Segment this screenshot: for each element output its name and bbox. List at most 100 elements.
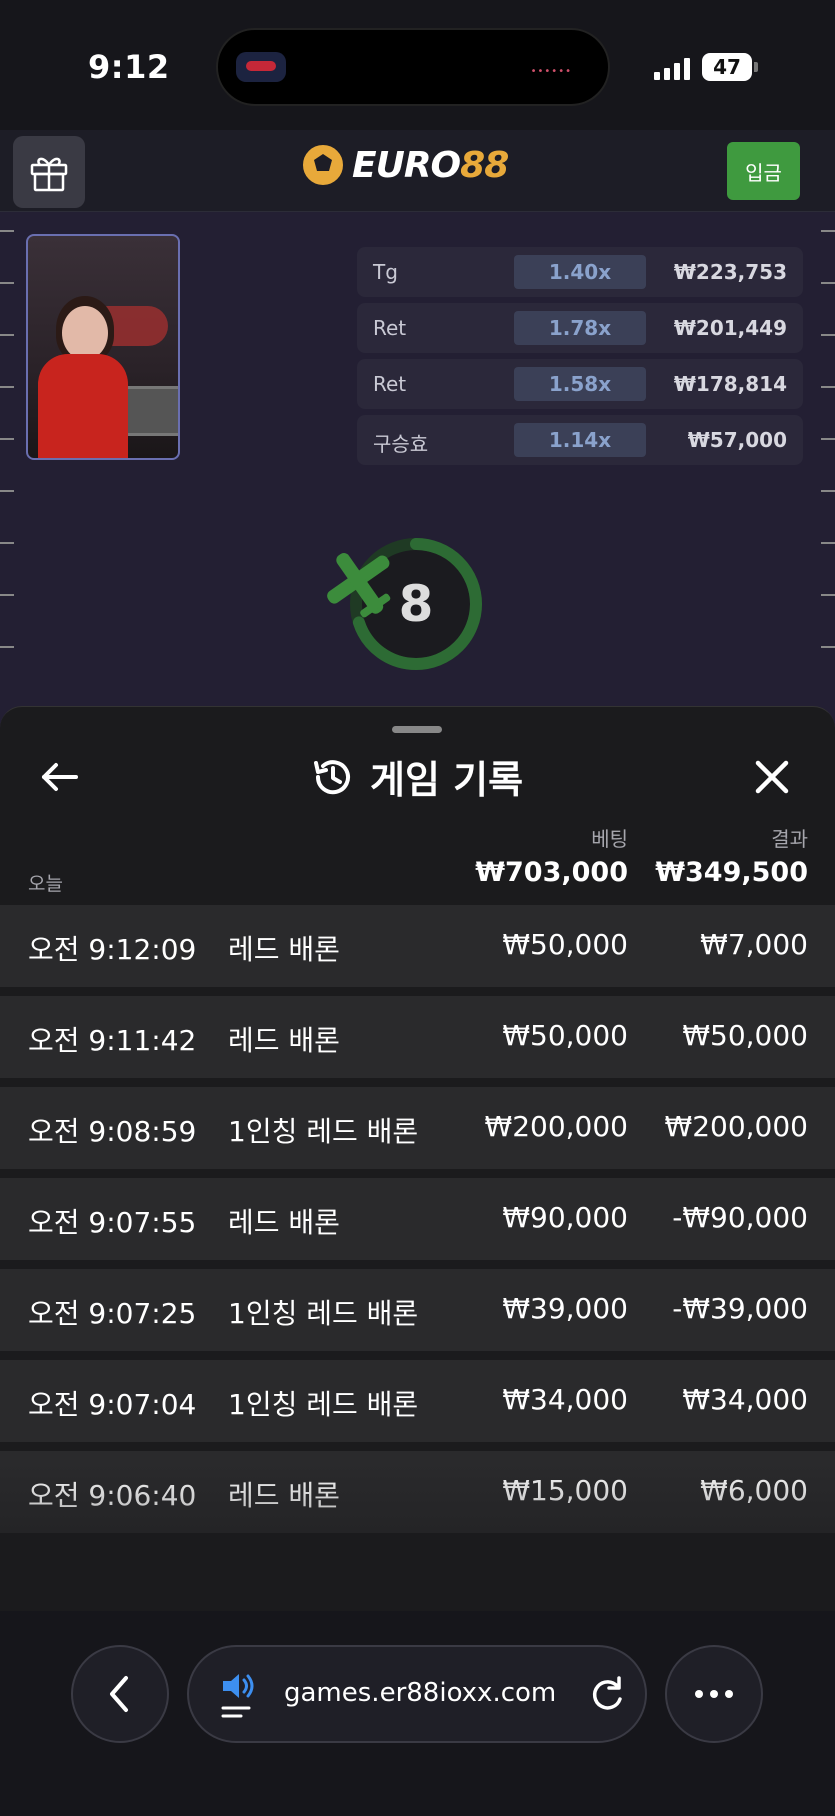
dealer-body bbox=[38, 354, 128, 458]
back-arrow-icon[interactable] bbox=[36, 753, 84, 801]
row-bet: ₩90,000 bbox=[502, 1201, 628, 1234]
cellular-signal-icon bbox=[654, 56, 690, 80]
row-bet: ₩50,000 bbox=[502, 928, 628, 961]
row-result: ₩6,000 bbox=[700, 1474, 808, 1507]
logo-text-88: 88 bbox=[460, 144, 509, 186]
dealer-video[interactable] bbox=[26, 234, 180, 460]
bet-player-name: 구승효 bbox=[373, 432, 429, 456]
row-game: 레드 배론 bbox=[228, 1024, 340, 1057]
row-result: ₩34,000 bbox=[682, 1383, 808, 1416]
row-result: ₩200,000 bbox=[664, 1110, 808, 1143]
total-bet: ₩703,000 bbox=[475, 857, 628, 888]
sheet-title: 게임 기록 bbox=[370, 758, 524, 802]
bet-multiplier: 1.58x bbox=[514, 367, 646, 401]
status-time: 9:12 bbox=[88, 48, 170, 86]
column-header-bet: 베팅 bbox=[591, 827, 628, 851]
column-header-result: 결과 bbox=[771, 827, 808, 851]
date-group-label: 오늘 bbox=[28, 873, 63, 895]
bet-amount: ₩57,000 bbox=[687, 428, 787, 452]
soccer-ball-icon bbox=[301, 143, 345, 187]
history-row[interactable]: 오전 9:07:04 1인칭 레드 배론 ₩34,000 ₩34,000 bbox=[0, 1360, 835, 1442]
status-bar: 9:12 •••••• 47 bbox=[0, 0, 835, 130]
dynamic-island: •••••• bbox=[216, 28, 610, 106]
history-row[interactable]: 오전 9:08:59 1인칭 레드 배론 ₩200,000 ₩200,000 bbox=[0, 1087, 835, 1169]
battery-icon: 47 bbox=[702, 53, 752, 81]
row-time: 오전 9:11:42 bbox=[28, 1024, 197, 1057]
row-game: 레드 배론 bbox=[228, 1479, 340, 1512]
history-row[interactable]: 오전 9:07:55 레드 배론 ₩90,000 -₩90,000 bbox=[0, 1178, 835, 1260]
site-header: EURO88 입금 bbox=[0, 130, 835, 212]
row-bet: ₩200,000 bbox=[484, 1110, 628, 1143]
row-bet: ₩34,000 bbox=[502, 1383, 628, 1416]
more-dot-icon bbox=[695, 1690, 703, 1698]
bet-row: Ret 1.78x ₩201,449 bbox=[357, 303, 803, 353]
row-game: 1인칭 레드 배론 bbox=[228, 1115, 419, 1148]
gift-icon bbox=[30, 157, 68, 192]
bet-player-name: Ret bbox=[373, 316, 407, 340]
more-options-button[interactable] bbox=[665, 1645, 763, 1743]
row-game: 레드 배론 bbox=[228, 1206, 340, 1239]
more-dot-icon bbox=[710, 1690, 718, 1698]
bet-multiplier: 1.78x bbox=[514, 311, 646, 345]
bet-multiplier: 1.14x bbox=[514, 423, 646, 457]
row-time: 오전 9:12:09 bbox=[28, 933, 197, 966]
gift-button[interactable] bbox=[13, 136, 85, 208]
url-text: games.er88ioxx.com bbox=[284, 1678, 557, 1708]
history-row[interactable]: 오전 9:12:09 레드 배론 ₩50,000 ₩7,000 bbox=[0, 905, 835, 987]
battery-level: 47 bbox=[713, 55, 741, 79]
row-result: -₩90,000 bbox=[672, 1201, 808, 1234]
dealer-face bbox=[62, 306, 108, 360]
speaker-icon[interactable] bbox=[219, 1671, 259, 1721]
row-bet: ₩39,000 bbox=[502, 1292, 628, 1325]
row-bet: ₩50,000 bbox=[502, 1019, 628, 1052]
row-game: 1인칭 레드 배론 bbox=[228, 1297, 419, 1330]
browser-toolbar: games.er88ioxx.com bbox=[0, 1611, 835, 1816]
recording-indicator-icon: •••••• bbox=[530, 66, 572, 77]
biplane-icon bbox=[327, 553, 391, 618]
left-scale-ticks bbox=[0, 212, 14, 692]
history-icon bbox=[314, 759, 350, 794]
game-area: Tg 1.40x ₩223,753 Ret 1.78x ₩201,449 Ret… bbox=[0, 212, 835, 732]
row-result: ₩50,000 bbox=[682, 1019, 808, 1052]
address-bar[interactable]: games.er88ioxx.com bbox=[187, 1645, 647, 1743]
site-logo[interactable]: EURO88 bbox=[300, 142, 509, 188]
row-time: 오전 9:07:55 bbox=[28, 1206, 197, 1239]
logo-text-euro: EURO bbox=[352, 144, 461, 186]
bet-player-name: Ret bbox=[373, 372, 407, 396]
live-bets-board: Tg 1.40x ₩223,753 Ret 1.78x ₩201,449 Ret… bbox=[357, 247, 803, 471]
more-dot-icon bbox=[725, 1690, 733, 1698]
right-scale-ticks bbox=[821, 212, 835, 692]
bet-multiplier: 1.40x bbox=[514, 255, 646, 289]
sheet-drag-handle[interactable] bbox=[392, 726, 442, 733]
history-list: 오전 9:12:09 레드 배론 ₩50,000 ₩7,000 오전 9:11:… bbox=[0, 905, 835, 1561]
bet-row: 구승효 1.14x ₩57,000 bbox=[357, 415, 803, 465]
row-time: 오전 9:07:04 bbox=[28, 1388, 197, 1421]
bet-amount: ₩201,449 bbox=[673, 316, 787, 340]
row-time: 오전 9:06:40 bbox=[28, 1479, 197, 1512]
row-game: 레드 배론 bbox=[228, 933, 340, 966]
deposit-button[interactable]: 입금 bbox=[727, 142, 800, 200]
bet-player-name: Tg bbox=[373, 260, 398, 284]
live-activity-icon bbox=[236, 52, 286, 82]
row-game: 1인칭 레드 배론 bbox=[228, 1388, 419, 1421]
game-history-sheet: 게임 기록 베팅 결과 오늘 ₩703,000 ₩349,500 오전 9:12… bbox=[0, 706, 835, 1611]
history-row[interactable]: 오전 9:11:42 레드 배론 ₩50,000 ₩50,000 bbox=[0, 996, 835, 1078]
chevron-left-icon bbox=[110, 1676, 128, 1712]
bet-row: Ret 1.58x ₩178,814 bbox=[357, 359, 803, 409]
row-time: 오전 9:07:25 bbox=[28, 1297, 197, 1330]
sheet-header: 게임 기록 bbox=[310, 749, 523, 804]
bet-row: Tg 1.40x ₩223,753 bbox=[357, 247, 803, 297]
reload-icon[interactable] bbox=[585, 1673, 629, 1717]
row-time: 오전 9:08:59 bbox=[28, 1115, 197, 1148]
total-result: ₩349,500 bbox=[655, 857, 808, 888]
bet-amount: ₩178,814 bbox=[673, 372, 787, 396]
row-bet: ₩15,000 bbox=[502, 1474, 628, 1507]
battery-tip bbox=[754, 62, 758, 72]
close-icon[interactable] bbox=[750, 755, 794, 799]
history-row[interactable]: 오전 9:07:25 1인칭 레드 배론 ₩39,000 -₩39,000 bbox=[0, 1269, 835, 1351]
bet-amount: ₩223,753 bbox=[673, 260, 787, 284]
row-result: -₩39,000 bbox=[672, 1292, 808, 1325]
row-result: ₩7,000 bbox=[700, 928, 808, 961]
history-row[interactable]: 오전 9:06:40 레드 배론 ₩15,000 ₩6,000 bbox=[0, 1451, 835, 1533]
browser-back-button[interactable] bbox=[71, 1645, 169, 1743]
